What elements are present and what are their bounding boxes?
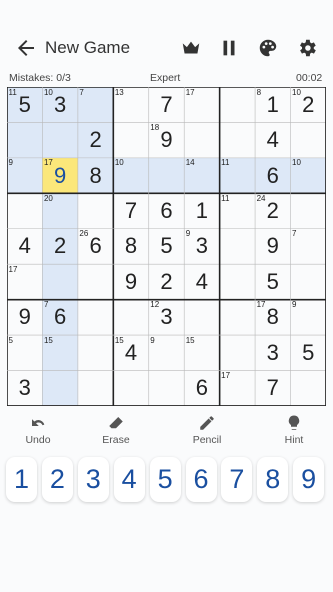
- number-key-6[interactable]: 6: [185, 457, 217, 502]
- number-key-1[interactable]: 1: [6, 457, 37, 502]
- difficulty-label: Expert: [150, 72, 181, 84]
- hint-button[interactable]: Hint: [264, 414, 324, 446]
- page-title: New Game: [45, 38, 131, 57]
- top-app-bar: New Game: [0, 30, 333, 68]
- undo-button[interactable]: Undo: [8, 414, 68, 446]
- number-key-4[interactable]: 4: [113, 457, 145, 502]
- erase-label: Erase: [102, 434, 130, 446]
- pencil-icon: [200, 416, 214, 430]
- number-key-8[interactable]: 8: [257, 457, 289, 502]
- erase-button[interactable]: Erase: [86, 414, 146, 446]
- eraser-icon: [109, 417, 123, 429]
- sudoku-board: 5 3 7 1 2 2 9 4 9 8 6 7 6 1 2 4 2 6 8 5 3 9 9 2 4 5 9 6 3 8 4 3 5 3 6 7 11 10…: [7, 87, 326, 407]
- tool-row: Undo Erase Pencil Hint: [0, 414, 333, 450]
- undo-icon: [32, 419, 45, 426]
- arrow-left-icon[interactable]: [14, 36, 38, 60]
- lightbulb-icon: [288, 415, 300, 430]
- gear-icon[interactable]: [296, 37, 318, 59]
- number-pad: 123456789: [6, 457, 328, 502]
- number-key-3[interactable]: 3: [77, 457, 109, 502]
- mistakes-counter: Mistakes: 0/3: [9, 72, 71, 84]
- pencil-label: Pencil: [192, 434, 222, 446]
- grid-lines: [7, 87, 326, 406]
- number-key-5[interactable]: 5: [149, 457, 181, 502]
- undo-label: Undo: [25, 434, 51, 446]
- pause-icon[interactable]: [218, 37, 240, 59]
- game-timer: 00:02: [296, 72, 323, 84]
- hint-label: Hint: [284, 434, 304, 446]
- crown-icon[interactable]: [180, 37, 202, 59]
- pencil-button[interactable]: Pencil: [177, 414, 237, 446]
- number-key-2[interactable]: 2: [41, 457, 73, 502]
- number-key-9[interactable]: 9: [293, 457, 325, 502]
- number-key-7[interactable]: 7: [221, 457, 253, 502]
- palette-icon[interactable]: [257, 37, 279, 59]
